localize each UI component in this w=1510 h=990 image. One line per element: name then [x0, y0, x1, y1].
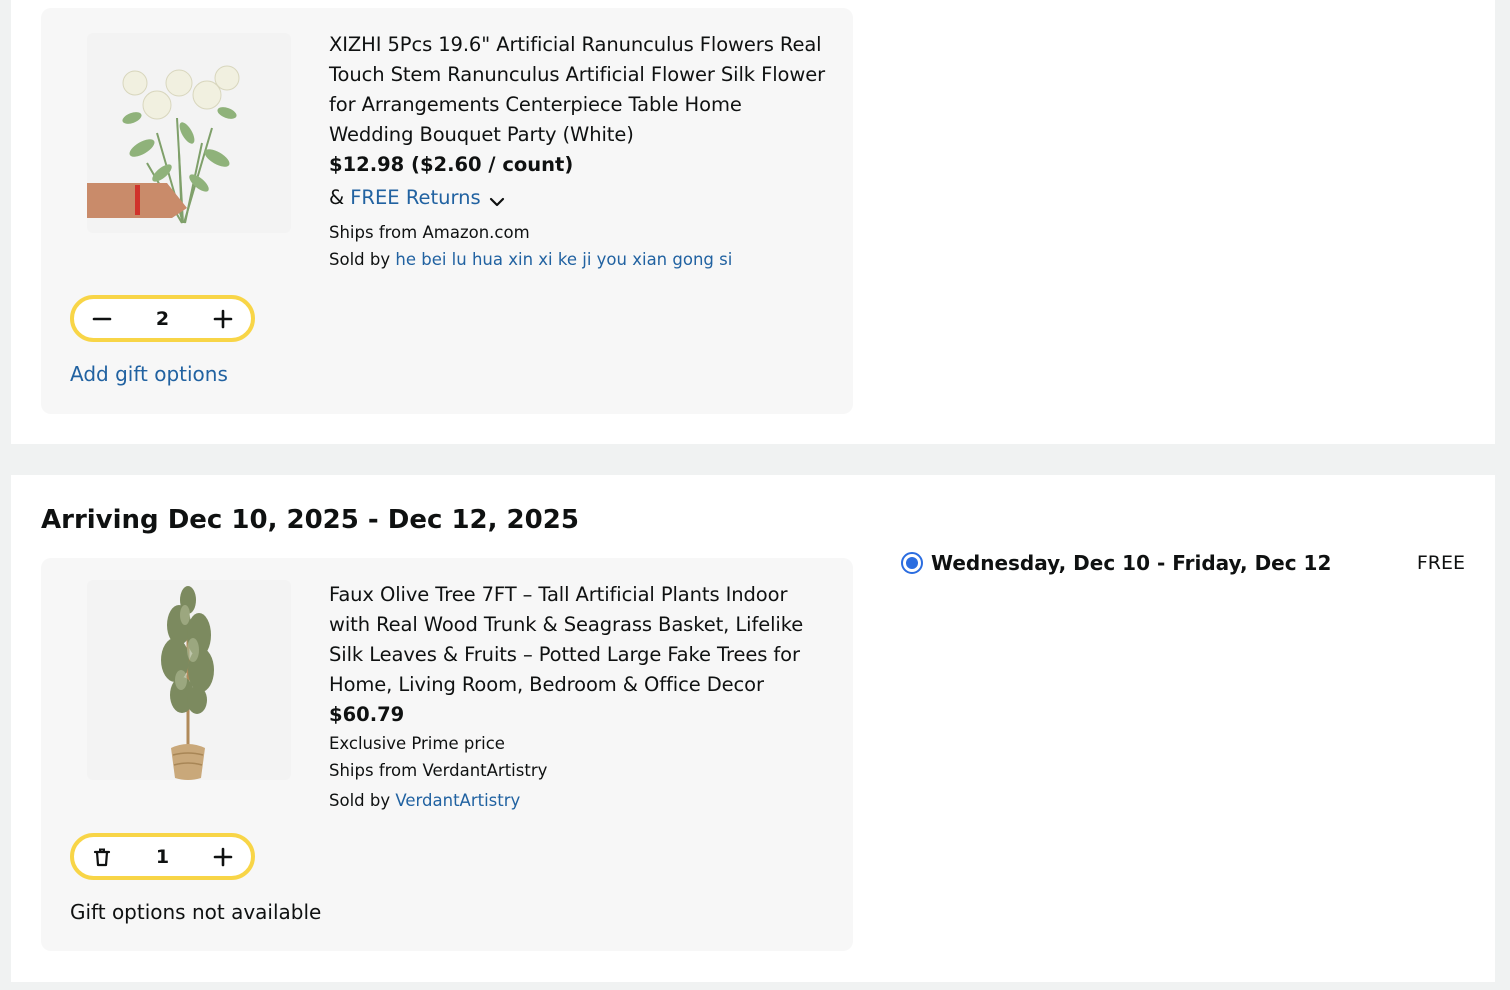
cart-item-card: Faux Olive Tree 7FT – Tall Artificial Pl…	[41, 558, 853, 951]
delivery-option-cost: FREE	[1416, 552, 1465, 574]
flower-bouquet-image	[87, 65, 240, 224]
seller-link[interactable]: he bei lu hua xin xi ke ji you xian gong…	[395, 250, 732, 269]
product-title[interactable]: XIZHI 5Pcs 19.6" Artificial Ranunculus F…	[329, 30, 829, 150]
arriving-heading: Arriving Dec 10, 2025 - Dec 12, 2025	[41, 505, 579, 535]
cart-item-group-2: Arriving Dec 10, 2025 - Dec 12, 2025 Fau…	[11, 475, 1495, 982]
add-gift-options-link[interactable]: Add gift options	[70, 362, 228, 386]
radio-selected-dot	[906, 557, 918, 569]
cart-item-group-1: XIZHI 5Pcs 19.6" Artificial Ranunculus F…	[11, 0, 1495, 444]
quantity-value: 1	[155, 845, 170, 868]
sold-by-row: Sold by VerdantArtistry	[329, 787, 829, 814]
ships-from: Ships from VerdantArtistry	[329, 761, 548, 780]
returns-prefix: &	[329, 186, 345, 209]
product-price: $12.98 ($2.60 / count)	[329, 153, 574, 176]
plus-icon[interactable]	[209, 305, 237, 333]
exclusive-prime-price: Exclusive Prime price	[329, 734, 505, 753]
quantity-stepper: 2	[70, 295, 255, 342]
chevron-down-icon[interactable]	[489, 189, 505, 207]
delivery-option[interactable]: Wednesday, Dec 10 - Friday, Dec 12 FREE	[901, 551, 1465, 575]
minus-icon[interactable]	[88, 305, 116, 333]
sold-by-prefix: Sold by	[329, 250, 391, 269]
quantity-value: 2	[155, 307, 170, 330]
olive-tree-image	[161, 586, 214, 780]
delivery-radio[interactable]	[901, 552, 923, 574]
product-title[interactable]: Faux Olive Tree 7FT – Tall Artificial Pl…	[329, 580, 829, 700]
trash-icon[interactable]	[88, 843, 116, 871]
sold-by-prefix: Sold by	[329, 791, 391, 810]
sold-by-row: Sold by he bei lu hua xin xi ke ji you x…	[329, 246, 829, 273]
plus-icon[interactable]	[209, 843, 237, 871]
returns-row: & FREE Returns	[329, 183, 829, 213]
free-returns-link[interactable]: FREE Returns	[350, 183, 480, 213]
product-image-ranunculus[interactable]	[87, 33, 291, 233]
ships-from: Ships from Amazon.com	[329, 223, 530, 242]
product-price: $60.79	[329, 703, 405, 726]
product-details: Faux Olive Tree 7FT – Tall Artificial Pl…	[329, 580, 829, 814]
product-image-olive-tree[interactable]	[87, 580, 291, 780]
cart-item-card: XIZHI 5Pcs 19.6" Artificial Ranunculus F…	[41, 8, 853, 414]
delivery-option-label: Wednesday, Dec 10 - Friday, Dec 12	[931, 551, 1332, 575]
quantity-stepper: 1	[70, 833, 255, 880]
gift-options-unavailable: Gift options not available	[70, 900, 322, 924]
product-details: XIZHI 5Pcs 19.6" Artificial Ranunculus F…	[329, 30, 829, 273]
seller-link[interactable]: VerdantArtistry	[395, 791, 520, 810]
